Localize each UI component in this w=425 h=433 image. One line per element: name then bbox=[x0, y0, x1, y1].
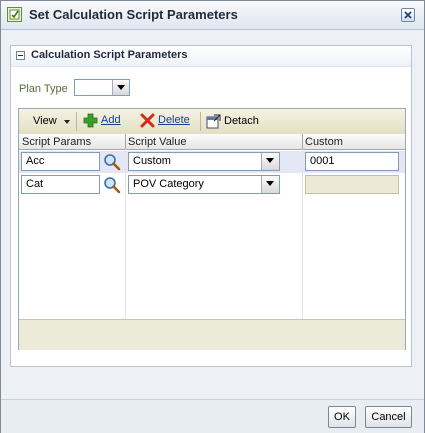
column-header-custom[interactable]: Custom bbox=[305, 136, 343, 148]
table-row[interactable]: Cat POV Category bbox=[19, 174, 405, 196]
column-divider[interactable] bbox=[302, 134, 303, 149]
delete-icon[interactable] bbox=[140, 113, 155, 131]
custom-value-field[interactable]: 0001 bbox=[305, 152, 399, 171]
delete-button[interactable]: Delete bbox=[158, 114, 190, 126]
table-toolbar: View Add Delete Detach bbox=[19, 109, 405, 135]
chevron-down-icon[interactable] bbox=[261, 153, 279, 170]
ok-button[interactable]: OK bbox=[328, 406, 356, 428]
detach-icon[interactable] bbox=[206, 114, 221, 132]
plan-type-label: Plan Type bbox=[19, 83, 68, 95]
column-header-script-params[interactable]: Script Params bbox=[22, 136, 91, 148]
search-icon[interactable] bbox=[103, 153, 121, 171]
calculation-script-icon bbox=[7, 7, 22, 22]
script-value-text: Custom bbox=[133, 155, 171, 167]
table-footer bbox=[19, 319, 405, 350]
script-param-field[interactable]: Cat bbox=[21, 175, 100, 194]
chevron-down-icon[interactable] bbox=[112, 80, 129, 95]
column-divider[interactable] bbox=[125, 134, 126, 149]
chevron-down-icon[interactable] bbox=[261, 176, 279, 193]
add-icon[interactable] bbox=[83, 113, 98, 131]
dialog-title: Set Calculation Script Parameters bbox=[29, 7, 238, 22]
cancel-button[interactable]: Cancel bbox=[365, 406, 412, 428]
script-value-select[interactable]: POV Category bbox=[128, 175, 280, 194]
title-bar: Set Calculation Script Parameters bbox=[1, 1, 424, 30]
button-bar: OK Cancel bbox=[1, 399, 424, 433]
script-value-text: POV Category bbox=[133, 178, 204, 190]
view-dropdown-icon[interactable] bbox=[64, 120, 70, 124]
panel-header: Calculation Script Parameters bbox=[11, 46, 411, 67]
script-value-select[interactable]: Custom bbox=[128, 152, 280, 171]
search-icon[interactable] bbox=[103, 176, 121, 194]
parameters-table: View Add Delete Detach Script Params Scr… bbox=[18, 108, 406, 350]
dialog: Set Calculation Script Parameters Calcul… bbox=[0, 0, 425, 433]
collapse-icon[interactable] bbox=[16, 51, 25, 60]
toolbar-divider bbox=[76, 112, 77, 131]
column-header-script-value[interactable]: Script Value bbox=[128, 136, 187, 148]
add-button[interactable]: Add bbox=[101, 114, 121, 126]
plan-type-select[interactable] bbox=[74, 79, 130, 96]
panel-title: Calculation Script Parameters bbox=[31, 49, 188, 61]
view-menu[interactable]: View bbox=[33, 115, 57, 127]
close-icon[interactable] bbox=[401, 8, 415, 22]
detach-button[interactable]: Detach bbox=[224, 115, 259, 127]
script-param-field[interactable]: Acc bbox=[21, 152, 100, 171]
toolbar-divider bbox=[200, 112, 201, 131]
table-row[interactable]: Acc Custom 0001 bbox=[19, 151, 405, 173]
custom-value-field bbox=[305, 175, 399, 194]
parameters-panel: Calculation Script Parameters Plan Type … bbox=[10, 45, 412, 367]
table-header: Script Params Script Value Custom bbox=[19, 134, 405, 150]
